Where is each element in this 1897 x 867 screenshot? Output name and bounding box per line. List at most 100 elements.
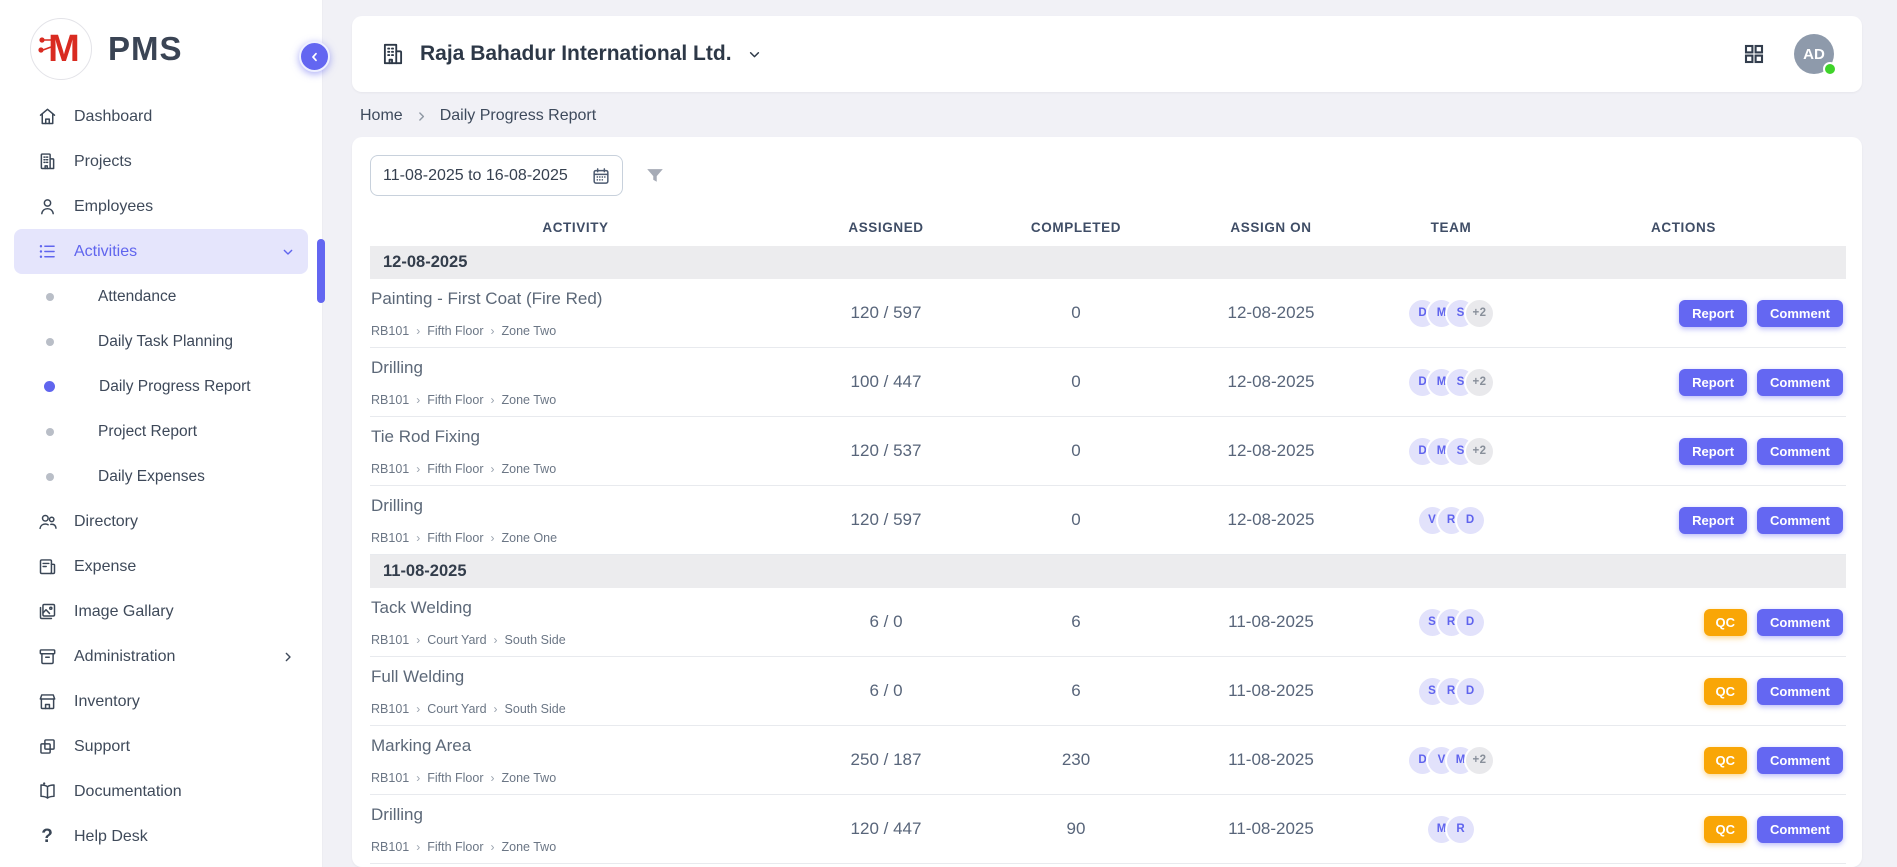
sidebar-item-directory[interactable]: Directory bbox=[14, 499, 308, 544]
chevron-right-icon: › bbox=[494, 703, 498, 715]
column-header-activity: ACTIVITY bbox=[370, 220, 781, 235]
chevron-right-icon: › bbox=[491, 463, 495, 475]
person-icon bbox=[36, 196, 58, 218]
gallery-icon bbox=[36, 601, 58, 623]
people-icon bbox=[36, 511, 58, 533]
chevron-right-icon: › bbox=[491, 772, 495, 784]
row-actions: Report Comment bbox=[1521, 486, 1846, 554]
table-row: Full WeldingRB101›Court Yard›South Side6… bbox=[370, 657, 1846, 726]
calendar-icon[interactable] bbox=[591, 166, 611, 186]
date-range-input[interactable]: 11-08-2025 to 16-08-2025 bbox=[370, 155, 623, 196]
assigned-value: 6 / 0 bbox=[781, 657, 991, 725]
report-button[interactable]: Report bbox=[1679, 507, 1747, 534]
team-extra-badge[interactable]: +2 bbox=[1466, 369, 1493, 396]
activity-title: Painting - First Coat (Fire Red) bbox=[371, 289, 781, 309]
qc-button[interactable]: QC bbox=[1704, 678, 1748, 705]
team-extra-badge[interactable]: +2 bbox=[1466, 300, 1493, 327]
table-row: DrillingRB101›Fifth Floor›Zone Two100 / … bbox=[370, 348, 1846, 417]
activity-cell: Full WeldingRB101›Court Yard›South Side bbox=[370, 657, 781, 725]
bullet-icon bbox=[46, 338, 54, 346]
activity-location-path: RB101›Fifth Floor›Zone Two bbox=[371, 840, 781, 854]
sidebar-item-activities[interactable]: Activities bbox=[14, 229, 308, 274]
completed-value: 230 bbox=[991, 726, 1161, 794]
comment-button[interactable]: Comment bbox=[1757, 507, 1843, 534]
sidebar-item-documentation[interactable]: Documentation bbox=[14, 769, 308, 814]
archive-icon bbox=[36, 646, 58, 668]
comment-button[interactable]: Comment bbox=[1757, 438, 1843, 465]
team-extra-badge[interactable]: +2 bbox=[1466, 747, 1493, 774]
table-row: Drilling RB101›Fifth Floor›Zone Two120 / … bbox=[370, 795, 1846, 864]
question-icon: ? bbox=[36, 826, 58, 848]
path-crumb: RB101 bbox=[371, 771, 409, 785]
column-header-assigned: ASSIGNED bbox=[781, 220, 991, 235]
comment-button[interactable]: Comment bbox=[1757, 678, 1843, 705]
book-icon bbox=[36, 781, 58, 803]
chevron-right-icon: › bbox=[416, 703, 420, 715]
table-row: Painting - First Coat (Fire Red)RB101›Fi… bbox=[370, 279, 1846, 348]
activity-cell: Painting - First Coat (Fire Red)RB101›Fi… bbox=[370, 279, 781, 347]
path-crumb: RB101 bbox=[371, 393, 409, 407]
sidebar-item-support[interactable]: Support bbox=[14, 724, 308, 769]
chevron-right-icon bbox=[280, 649, 296, 665]
assigned-value: 120 / 447 bbox=[781, 795, 991, 863]
column-header-actions: ACTIONS bbox=[1521, 220, 1846, 235]
sidebar-collapse-button[interactable] bbox=[299, 41, 330, 72]
activity-cell: Tack WeldingRB101›Court Yard›South Side bbox=[370, 588, 781, 656]
comment-button[interactable]: Comment bbox=[1757, 300, 1843, 327]
sidebar-item-attendance[interactable]: Attendance bbox=[14, 274, 308, 319]
report-button[interactable]: Report bbox=[1679, 369, 1747, 396]
qc-button[interactable]: QC bbox=[1704, 816, 1748, 843]
sidebar-item-daily-progress-report[interactable]: Daily Progress Report bbox=[14, 364, 308, 409]
sidebar-item-label: Help Desk bbox=[74, 828, 148, 846]
activity-cell: Marking AreaRB101›Fifth Floor›Zone Two bbox=[370, 726, 781, 794]
grid-icon bbox=[1742, 42, 1766, 66]
sidebar-item-dashboard[interactable]: Dashboard bbox=[14, 94, 308, 139]
activity-title: Drilling bbox=[371, 805, 781, 825]
activity-location-path: RB101›Fifth Floor›Zone One bbox=[371, 531, 781, 545]
sidebar-item-image-gallary[interactable]: Image Gallary bbox=[14, 589, 308, 634]
comment-button[interactable]: Comment bbox=[1757, 369, 1843, 396]
sidebar-item-help-desk[interactable]: ? Help Desk bbox=[14, 814, 308, 859]
comment-button[interactable]: Comment bbox=[1757, 747, 1843, 774]
breadcrumb-home-link[interactable]: Home bbox=[360, 107, 403, 125]
comment-button[interactable]: Comment bbox=[1757, 816, 1843, 843]
qc-button[interactable]: QC bbox=[1704, 609, 1748, 636]
company-selector[interactable]: Raja Bahadur International Ltd. bbox=[380, 41, 763, 67]
sidebar-item-employees[interactable]: Employees bbox=[14, 184, 308, 229]
report-button[interactable]: Report bbox=[1679, 438, 1747, 465]
report-button[interactable]: Report bbox=[1679, 300, 1747, 327]
sidebar-item-daily-expenses[interactable]: Daily Expenses bbox=[14, 454, 308, 499]
chevron-right-icon: › bbox=[416, 634, 420, 646]
sidebar-item-inventory[interactable]: Inventory bbox=[14, 679, 308, 724]
row-actions: Report Comment bbox=[1521, 348, 1846, 416]
sidebar-item-daily-task-planning[interactable]: Daily Task Planning bbox=[14, 319, 308, 364]
path-crumb: South Side bbox=[505, 633, 566, 647]
table-row: Marking AreaRB101›Fifth Floor›Zone Two25… bbox=[370, 726, 1846, 795]
path-crumb: South Side bbox=[505, 702, 566, 716]
activity-title: Tie Rod Fixing bbox=[371, 427, 781, 447]
sidebar-item-expense[interactable]: Expense bbox=[14, 544, 308, 589]
filter-funnel-button[interactable] bbox=[644, 165, 666, 187]
team-member-badge: D bbox=[1457, 609, 1484, 636]
row-actions: Report Comment bbox=[1521, 279, 1846, 347]
copy-icon bbox=[36, 736, 58, 758]
user-avatar[interactable]: AD bbox=[1794, 34, 1834, 74]
row-actions: QC Comment bbox=[1521, 726, 1846, 794]
sidebar-item-projects[interactable]: Projects bbox=[14, 139, 308, 184]
comment-button[interactable]: Comment bbox=[1757, 609, 1843, 636]
table-row: Tack WeldingRB101›Court Yard›South Side6… bbox=[370, 588, 1846, 657]
sidebar-item-label: Daily Progress Report bbox=[99, 378, 251, 396]
team-extra-badge[interactable]: +2 bbox=[1466, 438, 1493, 465]
table-row: DrillingRB101›Fifth Floor›Zone One120 / … bbox=[370, 486, 1846, 555]
list-icon bbox=[36, 241, 58, 263]
completed-value: 0 bbox=[991, 348, 1161, 416]
apps-grid-button[interactable] bbox=[1742, 42, 1766, 66]
activity-location-path: RB101›Fifth Floor›Zone Two bbox=[371, 462, 781, 476]
qc-button[interactable]: QC bbox=[1704, 747, 1748, 774]
chevron-right-icon: › bbox=[416, 841, 420, 853]
path-crumb: Zone Two bbox=[502, 771, 557, 785]
sidebar-item-project-report[interactable]: Project Report bbox=[14, 409, 308, 454]
sidebar-item-administration[interactable]: Administration bbox=[14, 634, 308, 679]
activity-cell: DrillingRB101›Fifth Floor›Zone One bbox=[370, 486, 781, 554]
chevron-down-icon bbox=[280, 244, 296, 260]
